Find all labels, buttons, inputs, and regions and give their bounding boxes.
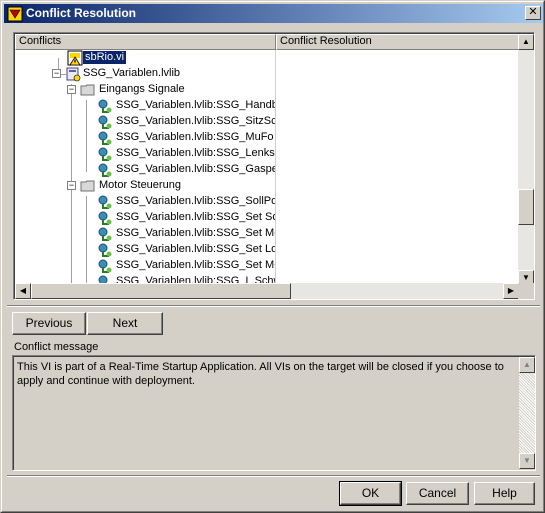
tree-item-label: SSG_Variablen.lvlib:SSG_Set M- — [116, 227, 275, 239]
scroll-left-button[interactable]: ◀ — [15, 283, 31, 299]
tree-item-variable[interactable]: SSG_Variablen.lvlib:SSG_SitzScha — [15, 114, 275, 130]
arrow-right-icon: ▶ — [507, 286, 515, 295]
conflict-message-label: Conflict message — [14, 341, 99, 353]
tree-item-label: SSG_Variablen.lvlib:SSG_Set M+ — [116, 259, 275, 271]
shared-variable-icon — [98, 195, 112, 209]
next-button[interactable]: Next — [87, 312, 163, 335]
scroll-thumb[interactable] — [31, 283, 291, 299]
scroll-thumb[interactable] — [518, 189, 534, 225]
column-header-conflicts-label: Conflicts — [19, 35, 62, 47]
shared-variable-icon — [98, 163, 112, 177]
tree-item-label: SSG_Variablen.lvlib:SSG_Gasped — [116, 163, 275, 175]
shared-variable-icon — [98, 147, 112, 161]
shared-variable-icon — [98, 131, 112, 145]
tree-horizontal-scrollbar[interactable]: ◀ ▶ — [15, 283, 519, 299]
tree-vertical-scrollbar[interactable]: ▲ ▼ — [518, 34, 534, 286]
tree-item-ssg-variablen-lib[interactable]: − SSG_Variablen.lvlib — [15, 66, 275, 82]
tree-item-label: SSG_Variablen.lvlib — [83, 67, 181, 79]
collapse-toggle[interactable]: − — [67, 181, 76, 190]
shared-variable-icon — [98, 115, 112, 129]
tree-item-folder-motor-steuerung[interactable]: − Motor Steuerung — [15, 178, 275, 194]
tree-item-label: SSG_Variablen.lvlib:SSG_SitzScha — [116, 115, 275, 127]
labview-app-icon — [7, 6, 23, 22]
conflict-message-box[interactable]: This VI is part of a Real-Time Startup A… — [12, 355, 536, 471]
tree-item-variable[interactable]: SSG_Variablen.lvlib:SSG_Set Lorc — [15, 242, 275, 258]
library-icon — [66, 67, 81, 82]
shared-variable-icon — [98, 211, 112, 225]
tree-item-label: sbRio.vi — [83, 51, 127, 64]
tree-item-label: SSG_Variablen.lvlib:SSG_Set Solll — [116, 211, 275, 223]
conflicts-tree[interactable]: sbRio.vi − SSG_Variablen.lvlib − Eingang… — [15, 50, 275, 286]
cancel-button[interactable]: Cancel — [406, 482, 469, 505]
conflicts-panel: Conflicts Conflict Resolution sbRio.vi −… — [13, 32, 535, 300]
message-vertical-scrollbar[interactable]: ▲ ▼ — [519, 357, 535, 469]
tree-item-sbrio-vi[interactable]: sbRio.vi — [15, 50, 275, 66]
arrow-up-icon: ▲ — [523, 360, 531, 369]
ok-button[interactable]: OK — [339, 481, 402, 506]
tree-item-label: SSG_Variablen.lvlib:SSG_MuFo — [116, 131, 274, 143]
column-header-resolution-label: Conflict Resolution — [280, 35, 372, 47]
tree-item-variable[interactable]: SSG_Variablen.lvlib:SSG_Gasped — [15, 162, 275, 178]
tree-item-label: Eingangs Signale — [99, 83, 185, 95]
arrow-left-icon: ◀ — [19, 286, 27, 295]
separator — [7, 475, 540, 477]
collapse-toggle[interactable]: − — [67, 85, 76, 94]
dialog-window: Conflict Resolution ✕ Conflicts Conflict… — [0, 0, 545, 513]
folder-icon — [80, 180, 95, 192]
tree-item-label: SSG_Variablen.lvlib:SSG_Lenksch — [116, 147, 275, 159]
shared-variable-icon — [98, 99, 112, 113]
folder-icon — [80, 84, 95, 96]
conflict-message-text: This VI is part of a Real-Time Startup A… — [17, 361, 504, 387]
collapse-toggle[interactable]: − — [52, 69, 61, 78]
shared-variable-icon — [98, 259, 112, 273]
tree-item-variable[interactable]: SSG_Variablen.lvlib:SSG_MuFo — [15, 130, 275, 146]
scroll-down-button[interactable]: ▼ — [519, 453, 535, 469]
arrow-down-icon: ▼ — [522, 273, 530, 282]
tree-item-label: SSG_Variablen.lvlib:SSG_Set Lorc — [116, 243, 275, 255]
scroll-up-button[interactable]: ▲ — [519, 357, 535, 373]
column-header-conflicts[interactable]: Conflicts — [15, 34, 276, 50]
title-bar[interactable]: Conflict Resolution ✕ — [4, 4, 543, 23]
arrow-down-icon: ▼ — [523, 456, 531, 465]
help-button[interactable]: Help — [474, 482, 535, 505]
scrollbar-corner — [518, 283, 534, 299]
previous-button[interactable]: Previous — [12, 312, 86, 335]
tree-item-label: Motor Steuerung — [99, 179, 181, 191]
tree-item-variable[interactable]: SSG_Variablen.lvlib:SSG_Set M- — [15, 226, 275, 242]
shared-variable-icon — [98, 227, 112, 241]
tree-item-folder-eingangs-signale[interactable]: − Eingangs Signale — [15, 82, 275, 98]
window-title: Conflict Resolution — [26, 6, 136, 20]
tree-item-variable[interactable]: SSG_Variablen.lvlib:SSG_Handbo — [15, 98, 275, 114]
arrow-up-icon: ▲ — [522, 37, 530, 46]
minus-icon: − — [68, 180, 75, 190]
close-icon: ✕ — [528, 6, 538, 18]
column-divider — [275, 50, 276, 286]
tree-item-label: SSG_Variablen.lvlib:SSG_SollPosit — [116, 195, 275, 207]
tree-item-variable[interactable]: SSG_Variablen.lvlib:SSG_Set Solll — [15, 210, 275, 226]
scroll-right-button[interactable]: ▶ — [503, 283, 519, 299]
shared-variable-icon — [98, 243, 112, 257]
tree-item-label: SSG_Variablen.lvlib:SSG_Handbo — [116, 99, 275, 111]
minus-icon: − — [68, 84, 75, 94]
vi-warning-icon — [67, 50, 83, 66]
column-header-resolution[interactable]: Conflict Resolution — [276, 34, 519, 50]
close-button[interactable]: ✕ — [525, 6, 541, 20]
minus-icon: − — [53, 68, 60, 78]
tree-item-variable[interactable]: SSG_Variablen.lvlib:SSG_Lenksch — [15, 146, 275, 162]
tree-item-variable[interactable]: SSG_Variablen.lvlib:SSG_Set M+ — [15, 258, 275, 274]
tree-item-variable[interactable]: SSG_Variablen.lvlib:SSG_SollPosit — [15, 194, 275, 210]
scroll-up-button[interactable]: ▲ — [518, 34, 534, 50]
separator — [7, 305, 540, 307]
